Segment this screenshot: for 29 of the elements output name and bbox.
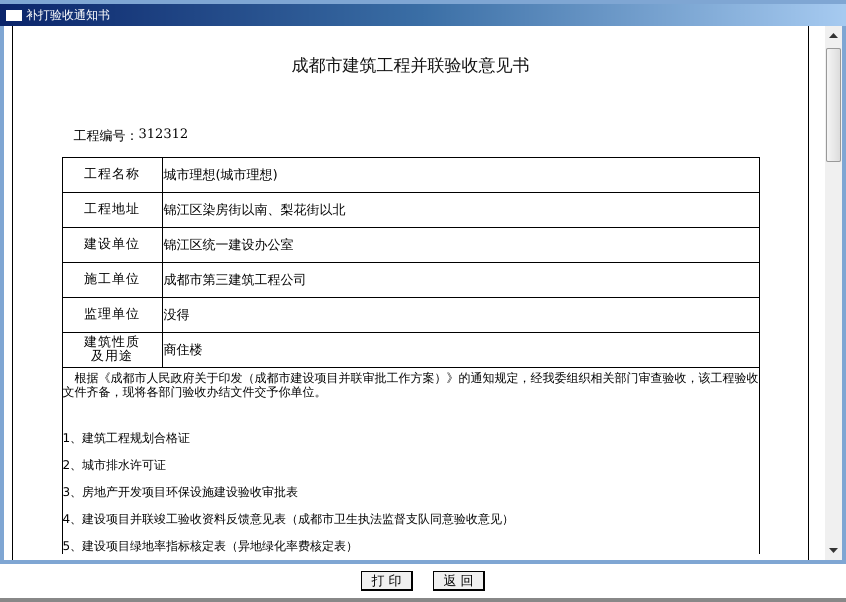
table-cell: 施工单位 (62, 263, 162, 297)
scroll-down-icon[interactable] (829, 548, 838, 554)
window-title: 补打验收通知书 (26, 6, 110, 24)
table-cell: 监理单位 (62, 298, 162, 332)
scrollbar[interactable] (825, 26, 842, 560)
table-cell-text: 城市理想(城市理想) (162, 167, 279, 185)
document-list-item: 3、房地产开发项目环保设施建设验收审批表 (62, 485, 300, 500)
table-cell: 工程名称 (62, 158, 162, 192)
document-list-item: 4、建设项目并联竣工验收资料反馈意见表（成都市卫生执法监督支队同意验收意见） (62, 512, 516, 527)
document-list-item: 1、建筑工程规划合格证 (62, 431, 192, 446)
table-cell-text: 成都市第三建筑工程公司 (162, 272, 308, 290)
print-button[interactable]: 打 印 (361, 571, 413, 591)
table-cell-text: 锦江区统一建设办公室 (162, 237, 294, 255)
project-number: 312312 (138, 127, 188, 144)
table-cell-text: 商住楼 (162, 342, 204, 360)
document-heading: 成都市建筑工程并联验收意见书 (292, 55, 530, 77)
window-icon (6, 10, 22, 20)
table-cell-text: 锦江区染房街以南、梨花街以北 (162, 202, 346, 220)
project-number-label: 工程编号： (74, 128, 138, 145)
table-cell: 建设单位 (62, 228, 162, 262)
table-cell-text: 没得 (162, 307, 190, 325)
table-cell: 建筑性质及用途 (62, 333, 162, 367)
table-cell: 工程地址 (62, 193, 162, 227)
notice-paragraph: 根据《成都市人民政府关于印发（成都市建设项目并联审批工作方案）》的通知规定，经我委组织相关部门审查验收，该工程验收文件齐备，现将各部门验收办结文件交予你单位。 (62, 370, 758, 399)
document-list-item: 5、建设项目绿地率指标核定表（异地绿化率费核定表） (62, 539, 360, 554)
back-button[interactable]: 返 回 (433, 571, 485, 591)
scrollbar-thumb[interactable] (826, 48, 841, 162)
document-list-item: 2、城市排水许可证 (62, 458, 168, 473)
scroll-up-icon[interactable] (829, 32, 838, 38)
